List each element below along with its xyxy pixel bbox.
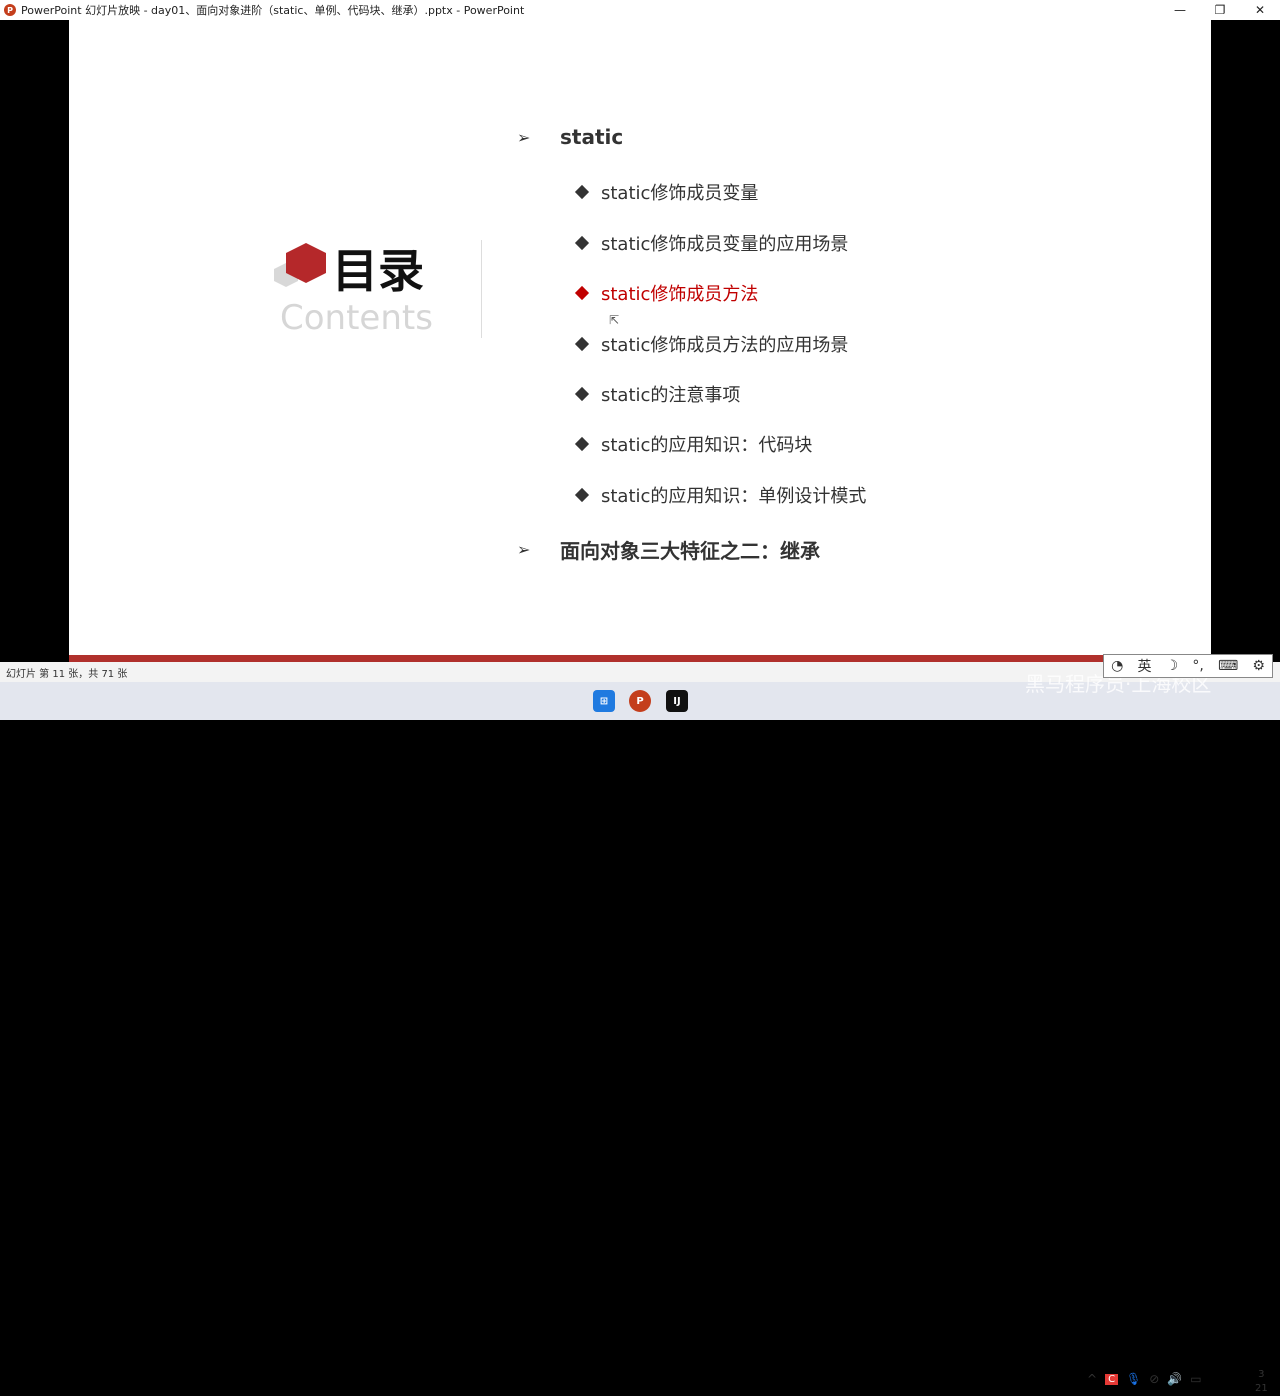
item-label: static修饰成员变量 [601, 183, 759, 204]
section-label: 面向对象三大特征之二：继承 [560, 539, 820, 563]
item-label: static的注意事项 [601, 385, 741, 406]
ime-toolbar: ◔ 英 ☽ °, ⌨ ⚙ [1103, 654, 1273, 678]
battery-icon[interactable]: ▭ [1190, 1372, 1201, 1386]
window-titlebar: P PowerPoint 幻灯片放映 - day01、面向对象进阶（static… [0, 0, 1280, 20]
divider [481, 240, 482, 338]
minimize-button[interactable]: — [1160, 0, 1200, 20]
ime-language-toggle[interactable]: 英 [1137, 656, 1151, 676]
microphone-icon[interactable]: 🎙 [1126, 1372, 1141, 1386]
toc-section: ➢ static [517, 125, 623, 149]
toc-item: static修饰成员变量 [574, 179, 759, 205]
windows-start-icon[interactable]: ⊞ [593, 690, 615, 712]
restore-button[interactable]: ❐ [1200, 0, 1240, 20]
arrow-bullet-icon: ➢ [517, 127, 531, 147]
network-icon[interactable]: ⊘ [1149, 1372, 1159, 1386]
item-label: static修饰成员变量的应用场景 [601, 234, 849, 255]
powerpoint-taskbar-icon[interactable]: P [629, 690, 651, 712]
clock[interactable]: 3 21 [1255, 1368, 1268, 1396]
toc-item: static修饰成员方法的应用场景 [574, 331, 849, 357]
diamond-bullet-icon [574, 487, 590, 503]
punctuation-icon[interactable]: °, [1192, 658, 1203, 674]
slide-heading: 目录 [332, 244, 424, 298]
mouse-cursor-icon: ⇱ [609, 313, 620, 327]
chevron-up-icon[interactable]: ^ [1087, 1372, 1097, 1386]
moon-icon[interactable]: ☽ [1166, 658, 1179, 674]
toc-section: ➢ 面向对象三大特征之二：继承 [517, 535, 820, 564]
slide[interactable]: 目录 Contents ➢ static static修饰成员变量 static修… [69, 20, 1211, 662]
diamond-bullet-icon [574, 285, 590, 301]
clock-time: 3 [1258, 1369, 1265, 1380]
slide-counter: 幻灯片 第 11 张，共 71 张 [6, 668, 128, 680]
keyboard-icon[interactable]: ⌨ [1218, 658, 1238, 674]
toc-item: static修饰成员变量的应用场景 [574, 230, 849, 256]
close-button[interactable]: ✕ [1240, 0, 1280, 20]
item-label: static修饰成员方法 [601, 284, 759, 305]
arrow-bullet-icon: ➢ [517, 540, 531, 559]
app-tray-icon[interactable]: C [1105, 1373, 1119, 1385]
toc-item: static的应用知识：代码块 [574, 431, 813, 457]
volume-icon[interactable]: 🔊 [1167, 1372, 1182, 1386]
toc-item: static的应用知识：单例设计模式 [574, 482, 867, 508]
diamond-bullet-icon [574, 386, 590, 402]
item-label: static的应用知识：代码块 [601, 435, 813, 456]
window-title: PowerPoint 幻灯片放映 - day01、面向对象进阶（static、单… [21, 4, 525, 17]
item-label: static修饰成员方法的应用场景 [601, 335, 849, 356]
diamond-bullet-icon [574, 184, 590, 200]
gear-icon[interactable]: ⚙ [1252, 658, 1265, 674]
toc-item: static的注意事项 [574, 381, 741, 407]
diamond-bullet-icon [574, 235, 590, 251]
diamond-bullet-icon [574, 336, 590, 352]
toc-item-active: static修饰成员方法 [574, 280, 759, 306]
powerpoint-icon: P [4, 4, 16, 16]
system-tray: ^ C 🎙 ⊘ 🔊 ▭ [1087, 1372, 1202, 1386]
section-label: static [560, 125, 624, 149]
intellij-taskbar-icon[interactable]: IJ [666, 690, 688, 712]
diamond-bullet-icon [574, 436, 590, 452]
slide-subheading: Contents [280, 298, 433, 338]
ime-logo-icon[interactable]: ◔ [1111, 658, 1123, 674]
clock-date: 21 [1255, 1383, 1268, 1394]
slide-footer-bar [69, 655, 1211, 662]
item-label: static的应用知识：单例设计模式 [601, 486, 867, 507]
